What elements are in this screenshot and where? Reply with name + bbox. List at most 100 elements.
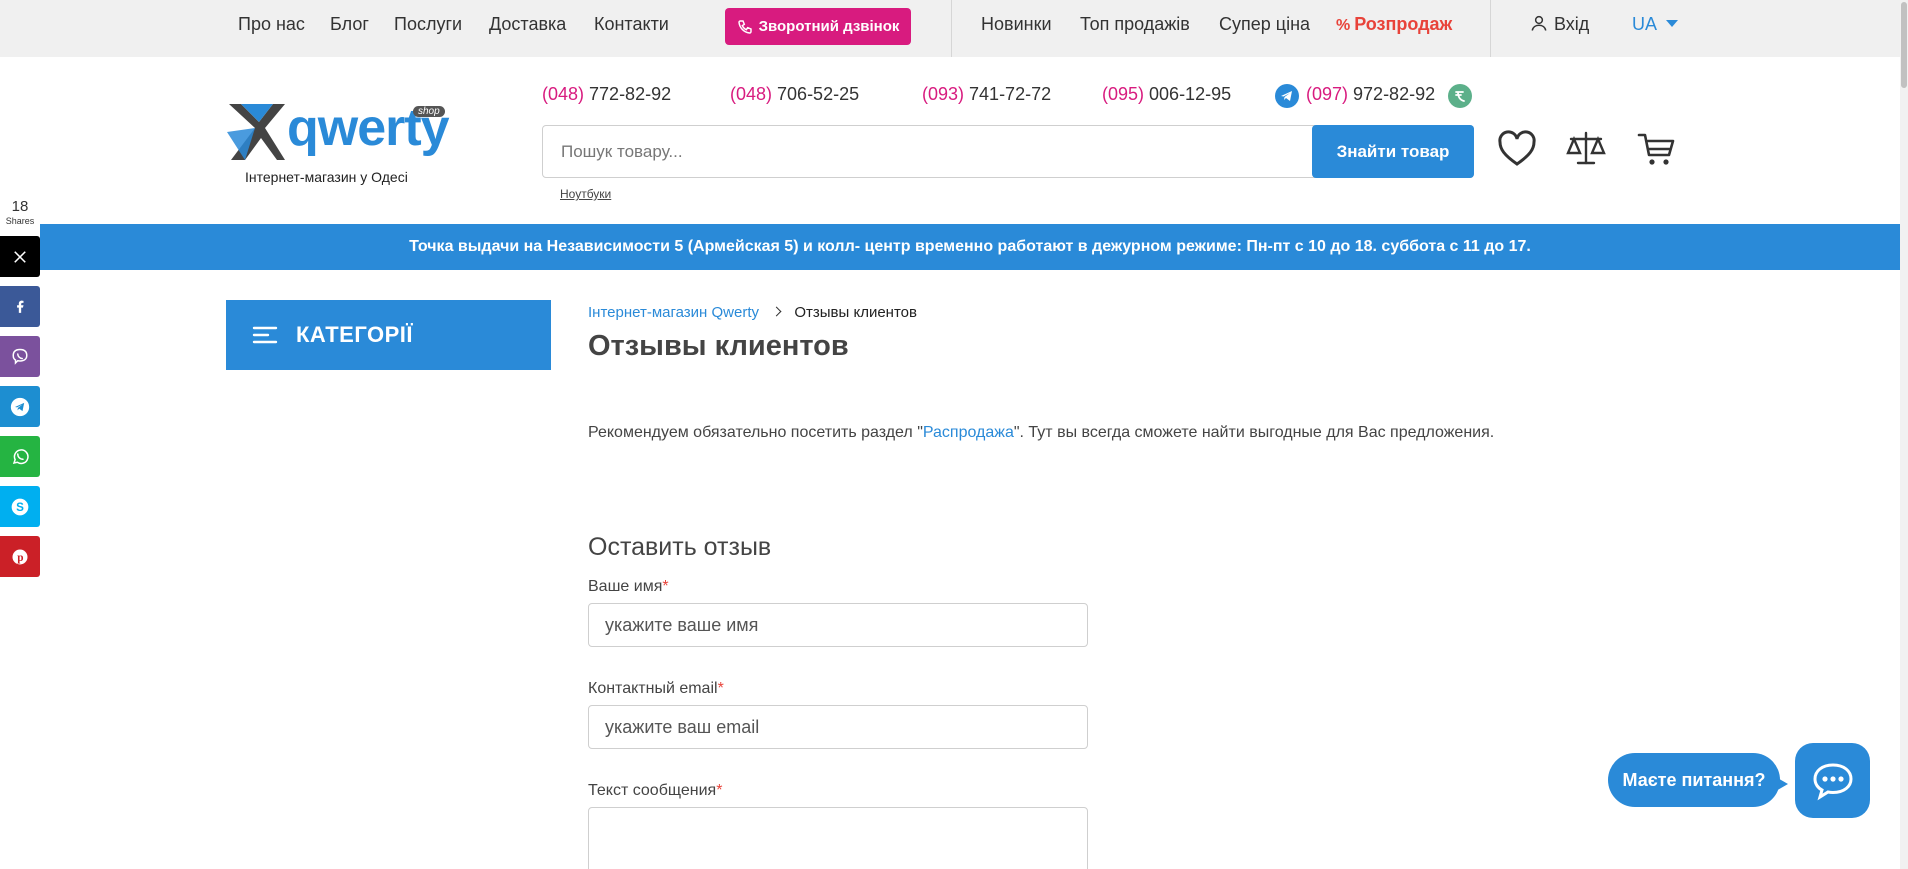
language-selector[interactable]: UA <box>1632 14 1679 35</box>
breadcrumb: Інтернет-магазин Qwerty Отзывы клиентов <box>588 304 917 321</box>
heart-icon[interactable] <box>1496 128 1538 170</box>
user-icon <box>1531 15 1547 31</box>
name-label-text: Ваше имя <box>588 578 663 595</box>
notice-banner: Точка выдачи на Независимости 5 (Армейск… <box>40 224 1900 270</box>
chat-icon <box>1812 762 1853 800</box>
phone-icon <box>737 19 752 34</box>
shares-label: Shares <box>5 216 35 226</box>
name-field[interactable] <box>588 603 1088 647</box>
share-facebook-button[interactable] <box>0 286 40 327</box>
required-mark: * <box>662 578 669 595</box>
phone-number: 741-72-72 <box>964 84 1052 104</box>
nav-new-link[interactable]: Новинки <box>981 14 1052 35</box>
nav-sale-link[interactable]: % Розпродаж <box>1336 14 1452 35</box>
nav-contacts-link[interactable]: Контакти <box>594 14 669 35</box>
chevron-right-icon <box>771 306 782 317</box>
message-label-text: Текст сообщения <box>588 782 717 799</box>
cart-icon[interactable] <box>1636 128 1678 170</box>
required-mark: * <box>716 782 723 799</box>
phone-link[interactable]: (093) 741-72-72 <box>922 84 1051 105</box>
chat-prompt-text: Маєте питання? <box>1622 769 1766 790</box>
categories-button[interactable]: КАТЕГОРІЇ <box>226 300 551 370</box>
whatsapp-icon <box>12 448 29 464</box>
message-field[interactable] <box>588 807 1088 869</box>
caret-down-icon <box>1666 20 1679 27</box>
chat-prompt-bubble[interactable]: Маєте питання? <box>1608 753 1780 807</box>
phone-code: (048) <box>730 84 773 104</box>
search-hint-link[interactable]: Ноутбуки <box>560 187 611 201</box>
review-form-title: Оставить отзыв <box>588 533 772 561</box>
svg-text:S: S <box>16 501 24 514</box>
phone-number: 772-82-92 <box>584 84 672 104</box>
callback-button[interactable]: Зворотний дзвінок <box>725 8 911 45</box>
shares-count: 18 <box>11 198 29 215</box>
name-label: Ваше имя* <box>588 578 669 596</box>
phone-link[interactable]: (095) 006-12-95 <box>1102 84 1231 105</box>
logo-subtitle: Інтернет-магазин у Одесі <box>245 169 408 185</box>
phone-link[interactable]: (048) 772-82-92 <box>542 84 671 105</box>
notice-text: Точка выдачи на Независимости 5 (Армейск… <box>409 238 1531 255</box>
page-scrollbar[interactable] <box>1900 0 1908 869</box>
share-whatsapp-button[interactable] <box>0 436 40 477</box>
logo-badge: shop <box>413 106 445 117</box>
facebook-icon <box>17 300 24 313</box>
phone-code: (093) <box>922 84 965 104</box>
share-skype-button[interactable]: S <box>0 486 40 527</box>
callback-label: Зворотний дзвінок <box>758 18 900 35</box>
skype-icon: S <box>11 498 29 515</box>
phone-code: (097) <box>1306 84 1349 104</box>
phone-code: (095) <box>1102 84 1145 104</box>
email-label: Контактный email* <box>588 680 724 698</box>
recommend-suffix: ". Тут вы всегда сможете найти выгодные … <box>1013 424 1495 441</box>
required-mark: * <box>717 680 724 697</box>
telegram-icon[interactable] <box>1275 84 1299 108</box>
page-scrollbar-thumb[interactable] <box>1901 2 1907 88</box>
login-label: Вхід <box>1554 14 1590 34</box>
recommend-prefix: Рекомендуем обязательно посетить раздел … <box>588 424 923 441</box>
svg-text:p: p <box>17 552 23 564</box>
phone-link[interactable]: (048) 706-52-25 <box>730 84 859 105</box>
chat-open-button[interactable] <box>1795 743 1870 818</box>
pinterest-icon: p <box>12 549 28 564</box>
email-field[interactable] <box>588 705 1088 749</box>
nav-sale-label: Розпродаж <box>1354 14 1453 34</box>
nav-about-link[interactable]: Про нас <box>238 14 305 35</box>
email-label-text: Контактный email <box>588 680 718 697</box>
phone-link[interactable]: (097) 972-82-92 <box>1306 84 1435 105</box>
telegram-icon <box>10 397 30 416</box>
phone-number: 706-52-25 <box>772 84 860 104</box>
viber-icon[interactable] <box>1448 84 1472 108</box>
nav-super-price-link[interactable]: Супер ціна <box>1219 14 1310 35</box>
nav-services-link[interactable]: Послуги <box>394 14 462 35</box>
menu-icon <box>252 326 278 344</box>
breadcrumb-current: Отзывы клиентов <box>794 304 917 321</box>
divider <box>951 0 952 57</box>
share-telegram-button[interactable] <box>0 386 40 427</box>
percent-icon: % <box>1336 17 1351 34</box>
message-label: Текст сообщения* <box>588 782 722 800</box>
nav-top-sales-link[interactable]: Топ продажів <box>1080 14 1190 35</box>
share-viber-button[interactable] <box>0 336 40 377</box>
viber-icon <box>12 348 28 365</box>
language-label: UA <box>1632 14 1657 34</box>
phone-code: (048) <box>542 84 585 104</box>
divider <box>1490 0 1491 57</box>
x-icon <box>14 250 26 263</box>
search-input[interactable] <box>543 126 1311 177</box>
phone-number: 006-12-95 <box>1144 84 1232 104</box>
nav-blog-link[interactable]: Блог <box>330 14 369 35</box>
breadcrumb-home-link[interactable]: Інтернет-магазин Qwerty <box>588 304 759 321</box>
share-x-button[interactable] <box>0 236 40 277</box>
compare-scales-icon[interactable] <box>1565 128 1607 170</box>
nav-delivery-link[interactable]: Доставка <box>489 14 566 35</box>
share-pinterest-button[interactable]: p <box>0 536 40 577</box>
search-bar: Знайти товар <box>542 125 1474 178</box>
page-title: Отзывы клиентов <box>588 330 849 362</box>
top-bar: Про нас Блог Послуги Доставка Контакти З… <box>0 0 1900 57</box>
search-button[interactable]: Знайти товар <box>1312 125 1474 178</box>
login-link[interactable]: Вхід <box>1530 14 1589 35</box>
phone-number: 972-82-92 <box>1348 84 1436 104</box>
sale-section-link[interactable]: Распродажа <box>923 424 1014 441</box>
recommend-text: Рекомендуем обязательно посетить раздел … <box>588 424 1494 442</box>
chat-bubble-tail <box>1774 776 1788 792</box>
